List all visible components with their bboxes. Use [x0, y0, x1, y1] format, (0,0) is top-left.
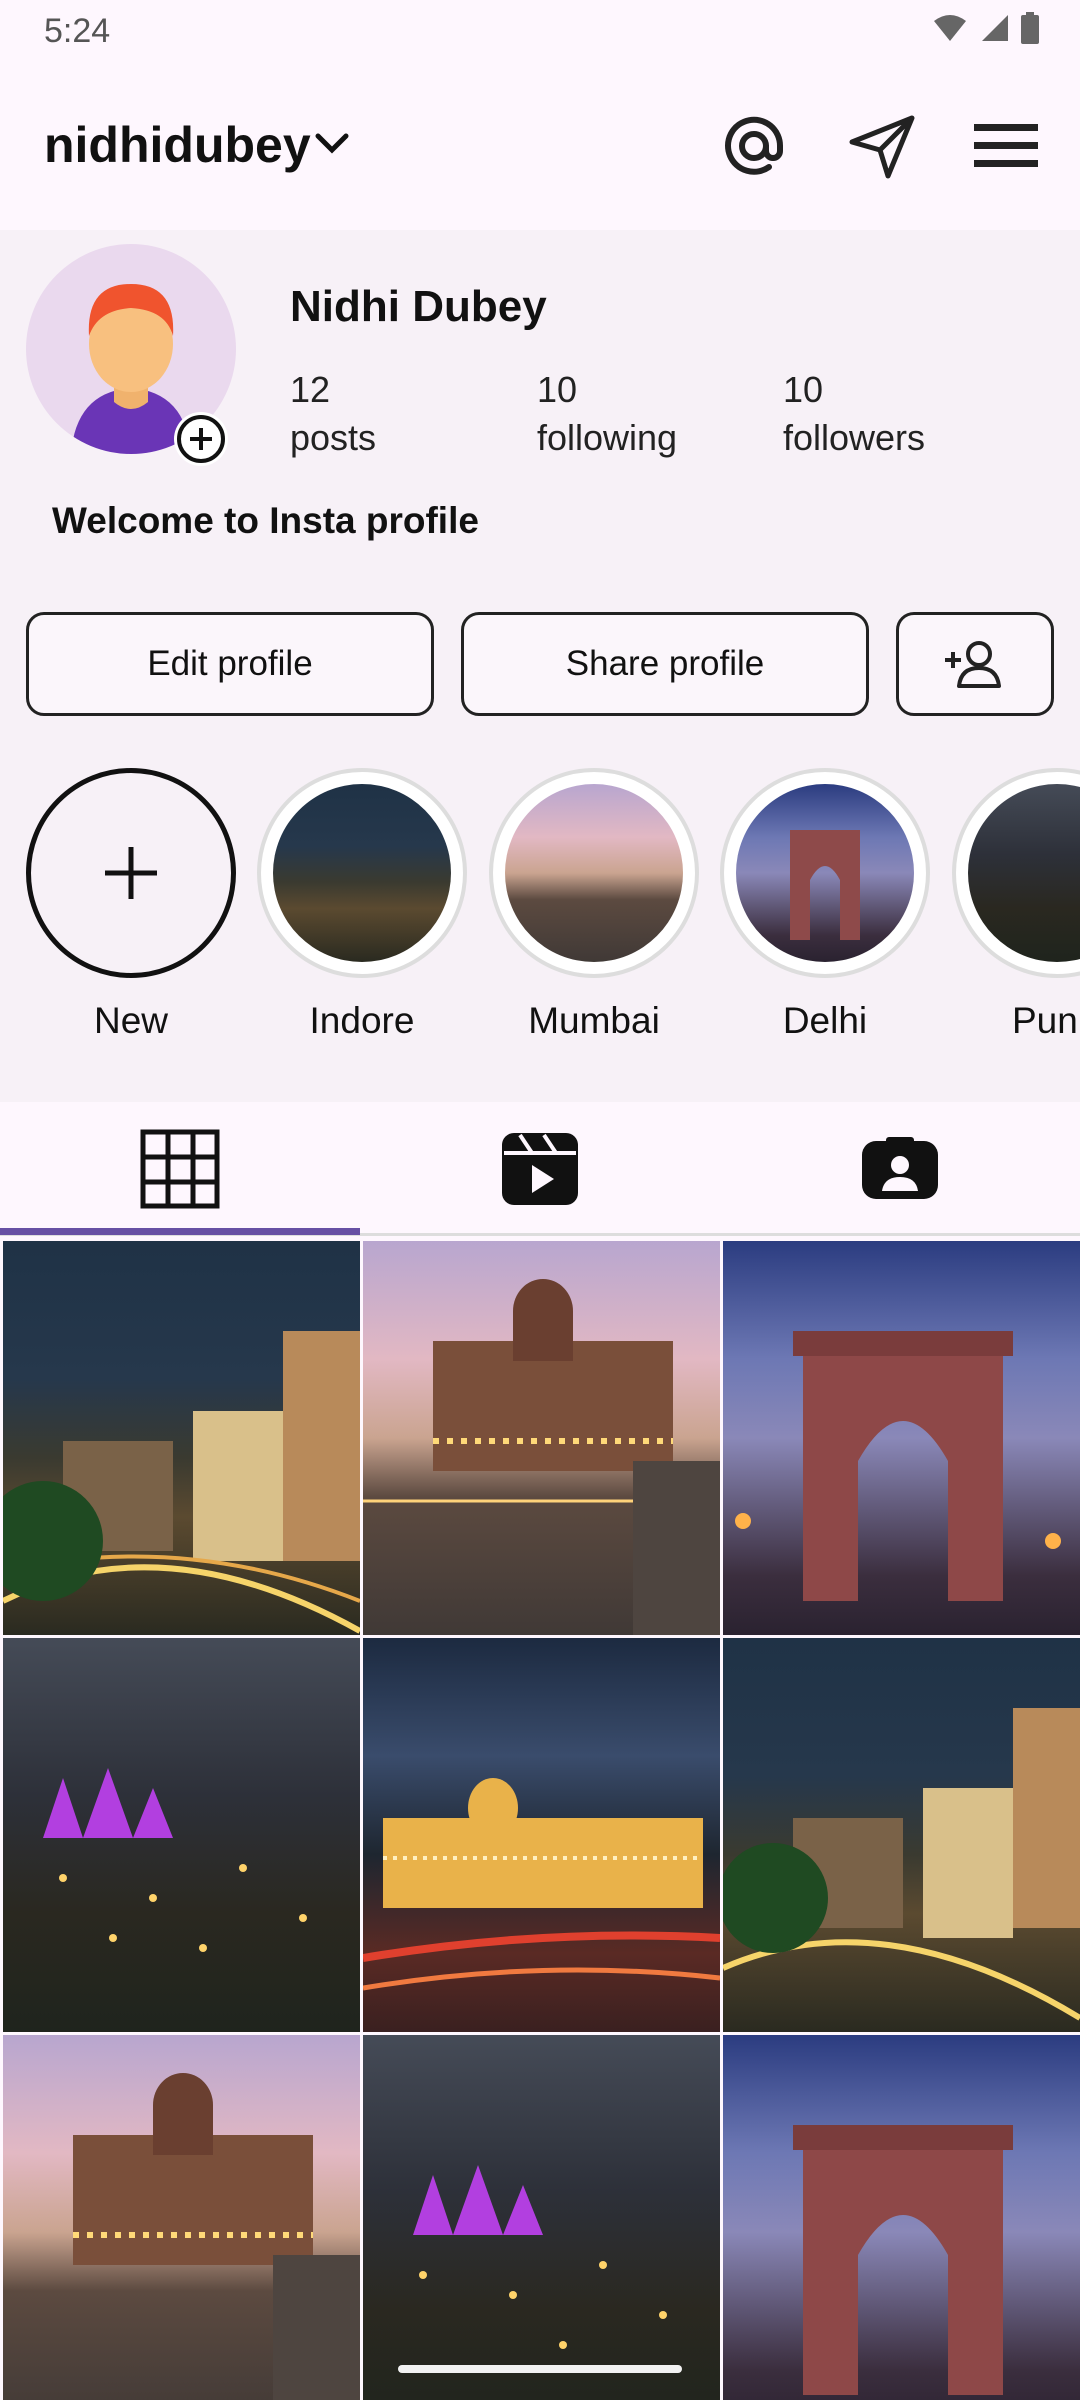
post-thumbnail[interactable]	[3, 1241, 360, 1635]
palace-night-illustration	[363, 1778, 720, 1991]
highlight-ring	[257, 768, 467, 978]
posts-grid	[3, 1241, 1080, 2400]
add-person-icon	[945, 641, 1001, 688]
new-highlight-circle	[26, 768, 236, 978]
active-tab-indicator	[0, 1228, 360, 1235]
bio-text: Welcome to Insta profile	[52, 500, 479, 541]
edit-profile-button[interactable]: Edit profile	[26, 612, 434, 716]
palace-illustration	[363, 1279, 720, 1635]
post-thumbnail[interactable]	[723, 1638, 1080, 2032]
menu-icon[interactable]	[970, 110, 1042, 182]
highlight-image	[968, 784, 1080, 962]
post-thumbnail[interactable]	[363, 1638, 720, 2032]
highlight-label: Delhi	[782, 1000, 868, 1041]
post-thumbnail[interactable]	[3, 1638, 360, 2032]
city-night-illustration	[723, 1708, 1080, 2021]
stat-value: 10	[537, 369, 578, 410]
status-bar: 5:24	[0, 0, 1080, 62]
post-thumbnail[interactable]	[723, 2035, 1080, 2400]
profile-tabs	[0, 1102, 1080, 1236]
tab-reels[interactable]	[360, 1102, 720, 1236]
stat-label: following	[537, 417, 678, 458]
gate-illustration	[790, 830, 860, 940]
post-thumbnail[interactable]	[3, 2035, 360, 2400]
wifi-icon	[934, 15, 966, 41]
city-night-illustration	[3, 1331, 360, 1634]
send-icon[interactable]	[846, 110, 918, 182]
battery-icon	[1021, 12, 1039, 44]
stat-posts[interactable]: 12 posts	[290, 366, 376, 462]
highlight-new[interactable]: New	[26, 768, 236, 1042]
stat-followers[interactable]: 10 followers	[783, 366, 925, 462]
highlight-ring	[720, 768, 930, 978]
account-username[interactable]: nidhidubey	[44, 116, 311, 174]
highlight-mumbai[interactable]: Mumbai	[489, 768, 699, 1042]
profile-section: Nidhi Dubey 12 posts 10 following 10 fol…	[0, 230, 1080, 1102]
highlight-image	[736, 784, 914, 962]
plus-icon	[105, 847, 157, 899]
tab-posts-grid[interactable]	[0, 1102, 360, 1236]
highlight-label: New	[93, 1000, 169, 1041]
stat-value: 12	[290, 369, 331, 410]
status-time: 5:24	[44, 12, 111, 50]
stat-value: 10	[783, 369, 824, 410]
temple-night-illustration	[413, 2165, 667, 2349]
discover-people-button[interactable]	[896, 612, 1054, 716]
highlight-ring	[489, 768, 699, 978]
highlight-label: Indore	[309, 1000, 415, 1041]
grid-icon	[140, 1129, 220, 1209]
share-profile-button[interactable]: Share profile	[461, 612, 869, 716]
signal-icon	[982, 15, 1008, 41]
highlight-image	[505, 784, 683, 962]
threads-icon[interactable]	[718, 110, 790, 182]
gesture-home-bar[interactable]	[398, 2365, 682, 2373]
status-icons	[932, 12, 1040, 44]
display-name: Nidhi Dubey	[290, 282, 547, 331]
gate-illustration	[793, 2125, 1013, 2395]
highlight-indore[interactable]: Indore	[257, 768, 467, 1042]
app-bar: nidhidubey	[0, 62, 1080, 230]
stat-following[interactable]: 10 following	[537, 366, 677, 462]
temple-night-illustration	[43, 1768, 307, 1952]
highlight-delhi[interactable]: Delhi	[720, 768, 930, 1042]
stat-label: followers	[783, 417, 926, 458]
highlight-image	[273, 784, 451, 962]
add-story-icon[interactable]	[174, 412, 228, 466]
chevron-down-icon[interactable]	[312, 128, 352, 158]
palace-illustration	[73, 2073, 360, 2400]
tagged-icon	[862, 1137, 938, 1199]
highlight-ring	[952, 768, 1080, 978]
tab-tagged[interactable]	[720, 1102, 1080, 1236]
post-thumbnail[interactable]	[723, 1241, 1080, 1635]
highlight-label: Pun	[1012, 1000, 1078, 1041]
reels-icon	[502, 1133, 578, 1205]
post-thumbnail[interactable]	[363, 2035, 720, 2400]
stat-label: posts	[290, 417, 377, 458]
highlight-label: Mumbai	[528, 1000, 660, 1041]
highlight-pune[interactable]: Pun	[952, 768, 1080, 1042]
post-thumbnail[interactable]	[363, 1241, 720, 1635]
gate-illustration	[735, 1331, 1061, 1601]
